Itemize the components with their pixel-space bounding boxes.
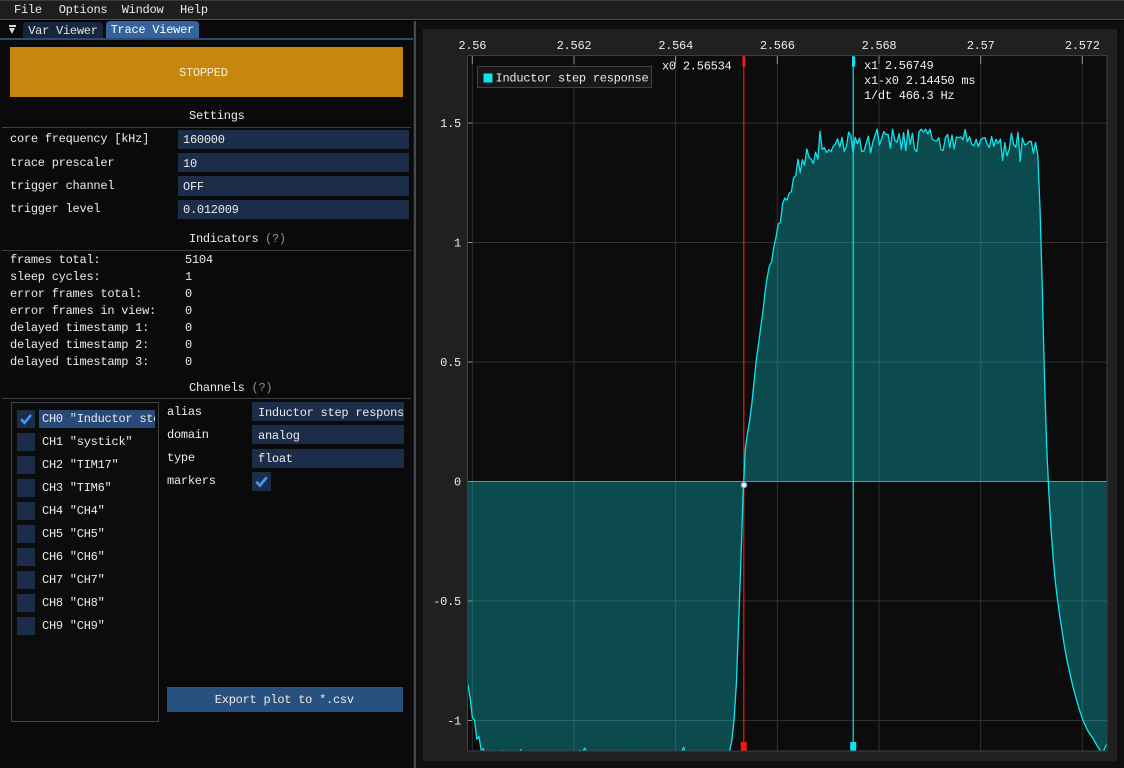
svg-text:0.5: 0.5 [440, 356, 461, 370]
svg-text:2.57: 2.57 [967, 39, 995, 53]
svg-text:x0 2.56534: x0 2.56534 [662, 60, 732, 74]
svg-text:2.564: 2.564 [658, 39, 693, 53]
svg-text:Inductor step response: Inductor step response [496, 72, 649, 86]
svg-text:2.56: 2.56 [458, 39, 486, 53]
svg-text:-1: -1 [447, 715, 461, 729]
svg-text:2.568: 2.568 [862, 39, 897, 53]
svg-text:x1-x0 2.14450 ms: x1-x0 2.14450 ms [864, 74, 975, 88]
svg-text:2.562: 2.562 [557, 39, 592, 53]
svg-text:x1 2.56749: x1 2.56749 [864, 59, 934, 73]
svg-text:2.572: 2.572 [1065, 39, 1100, 53]
svg-text:1/dt 466.3 Hz: 1/dt 466.3 Hz [864, 89, 954, 103]
svg-text:-0.5: -0.5 [433, 595, 461, 609]
svg-text:1.5: 1.5 [440, 117, 461, 131]
svg-text:1: 1 [454, 237, 461, 251]
svg-text:2.566: 2.566 [760, 39, 795, 53]
svg-text:0: 0 [454, 476, 461, 490]
